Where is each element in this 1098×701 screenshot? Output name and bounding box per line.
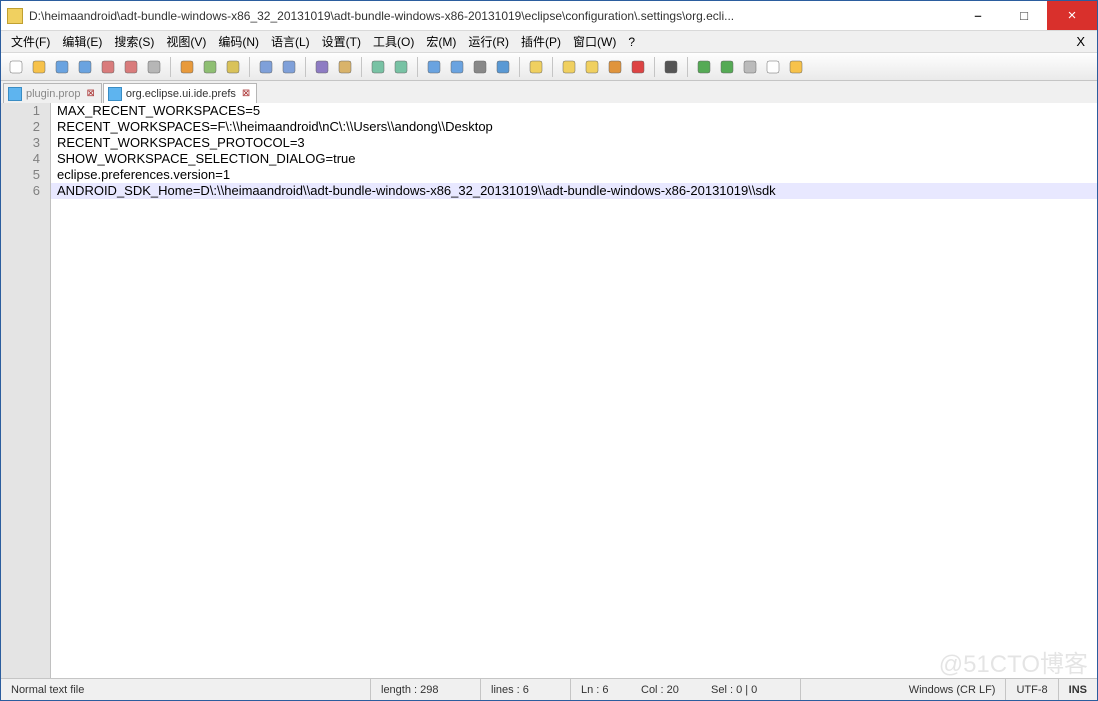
title-bar: D:\heimaandroid\adt-bundle-windows-x86_3… xyxy=(1,1,1097,31)
editor-area: 123456 MAX_RECENT_WORKSPACES=5RECENT_WOR… xyxy=(1,103,1097,678)
replace-icon[interactable] xyxy=(334,56,356,78)
line-number: 6 xyxy=(1,183,40,199)
find-icon[interactable] xyxy=(311,56,333,78)
undo-icon[interactable] xyxy=(255,56,277,78)
save-macro-icon[interactable] xyxy=(785,56,807,78)
toolbar-separator xyxy=(417,57,418,77)
close-all-icon[interactable] xyxy=(120,56,142,78)
line-number: 3 xyxy=(1,135,40,151)
copy-icon[interactable] xyxy=(199,56,221,78)
print-icon[interactable] xyxy=(143,56,165,78)
line-number: 2 xyxy=(1,119,40,135)
tab-bar: plugin.prop ⊠ org.eclipse.ui.ide.prefs ⊠ xyxy=(1,81,1097,103)
menu-run[interactable]: 运行(R) xyxy=(462,31,515,52)
new-file-icon[interactable] xyxy=(5,56,27,78)
paste-icon[interactable] xyxy=(222,56,244,78)
redo-icon[interactable] xyxy=(278,56,300,78)
toolbar-separator xyxy=(305,57,306,77)
window-controls: – □ × xyxy=(955,1,1097,30)
menu-search[interactable]: 搜索(S) xyxy=(108,31,160,52)
status-file-type: Normal text file xyxy=(1,679,371,700)
code-line[interactable]: RECENT_WORKSPACES=F\:\\heimaandroid\nC\:… xyxy=(51,119,1097,135)
tab-close-icon[interactable]: ⊠ xyxy=(240,88,252,99)
line-number: 1 xyxy=(1,103,40,119)
menu-language[interactable]: 语言(L) xyxy=(265,31,316,52)
tab-label: org.eclipse.ui.ide.prefs xyxy=(126,88,236,100)
menu-settings[interactable]: 设置(T) xyxy=(316,31,367,52)
toolbar-separator xyxy=(249,57,250,77)
app-icon xyxy=(7,8,23,24)
status-bar: Normal text file length : 298 lines : 6 … xyxy=(1,678,1097,700)
zoom-in-icon[interactable] xyxy=(367,56,389,78)
minimize-button[interactable]: – xyxy=(955,1,1001,30)
line-number: 4 xyxy=(1,151,40,167)
sync-h-icon[interactable] xyxy=(446,56,468,78)
menu-edit[interactable]: 编辑(E) xyxy=(56,31,108,52)
code-line[interactable]: MAX_RECENT_WORKSPACES=5 xyxy=(51,103,1097,119)
status-ln: Ln : 6 xyxy=(571,679,631,700)
status-sel: Sel : 0 | 0 xyxy=(701,679,801,700)
toolbar-separator xyxy=(552,57,553,77)
sync-v-icon[interactable] xyxy=(423,56,445,78)
stop-icon[interactable] xyxy=(716,56,738,78)
menu-help[interactable]: ? xyxy=(622,33,641,51)
all-chars-icon[interactable] xyxy=(492,56,514,78)
status-insert-mode[interactable]: INS xyxy=(1059,679,1097,700)
play-icon[interactable] xyxy=(739,56,761,78)
menu-macro[interactable]: 宏(M) xyxy=(420,31,462,52)
menu-tools[interactable]: 工具(O) xyxy=(367,31,420,52)
window-title: D:\heimaandroid\adt-bundle-windows-x86_3… xyxy=(29,9,955,23)
zoom-out-icon[interactable] xyxy=(390,56,412,78)
menu-file[interactable]: 文件(F) xyxy=(5,31,56,52)
function-list-icon[interactable] xyxy=(604,56,626,78)
save-all-icon[interactable] xyxy=(74,56,96,78)
play-multi-icon[interactable] xyxy=(762,56,784,78)
close-window-button[interactable]: × xyxy=(1047,1,1097,30)
cut-icon[interactable] xyxy=(176,56,198,78)
code-line[interactable]: ANDROID_SDK_Home=D\:\\heimaandroid\\adt-… xyxy=(51,183,1097,199)
menu-view[interactable]: 视图(V) xyxy=(160,31,212,52)
tab-label: plugin.prop xyxy=(26,88,80,100)
file-icon xyxy=(8,87,22,101)
tab-plugin-prop[interactable]: plugin.prop ⊠ xyxy=(3,83,102,103)
toolbar-separator xyxy=(170,57,171,77)
code-line[interactable]: eclipse.preferences.version=1 xyxy=(51,167,1097,183)
menu-close-doc[interactable]: X xyxy=(1068,34,1093,49)
status-eol: Windows (CR LF) xyxy=(899,679,1007,700)
open-file-icon[interactable] xyxy=(28,56,50,78)
lang-icon[interactable] xyxy=(558,56,580,78)
close-icon[interactable] xyxy=(97,56,119,78)
toolbar-separator xyxy=(687,57,688,77)
toolbar-separator xyxy=(361,57,362,77)
code-line[interactable]: SHOW_WORKSPACE_SELECTION_DIALOG=true xyxy=(51,151,1097,167)
toolbar xyxy=(1,53,1097,81)
tab-org-eclipse-ui-ide-prefs[interactable]: org.eclipse.ui.ide.prefs ⊠ xyxy=(103,83,257,103)
doc-map-icon[interactable] xyxy=(581,56,603,78)
code-line[interactable]: RECENT_WORKSPACES_PROTOCOL=3 xyxy=(51,135,1097,151)
monitor-icon[interactable] xyxy=(660,56,682,78)
folder-icon[interactable] xyxy=(627,56,649,78)
toolbar-separator xyxy=(519,57,520,77)
menu-window[interactable]: 窗口(W) xyxy=(567,31,622,52)
line-number: 5 xyxy=(1,167,40,183)
tab-close-icon[interactable]: ⊠ xyxy=(84,88,96,99)
status-length: length : 298 xyxy=(371,679,481,700)
record-icon[interactable] xyxy=(693,56,715,78)
toolbar-separator xyxy=(654,57,655,77)
line-number-gutter: 123456 xyxy=(1,103,51,678)
status-encoding: UTF-8 xyxy=(1006,679,1058,700)
status-lines: lines : 6 xyxy=(481,679,571,700)
menu-bar: 文件(F) 编辑(E) 搜索(S) 视图(V) 编码(N) 语言(L) 设置(T… xyxy=(1,31,1097,53)
code-area[interactable]: MAX_RECENT_WORKSPACES=5RECENT_WORKSPACES… xyxy=(51,103,1097,678)
save-icon[interactable] xyxy=(51,56,73,78)
wrap-icon[interactable] xyxy=(469,56,491,78)
menu-encoding[interactable]: 编码(N) xyxy=(212,31,265,52)
indent-guide-icon[interactable] xyxy=(525,56,547,78)
status-col: Col : 20 xyxy=(631,679,701,700)
menu-plugins[interactable]: 插件(P) xyxy=(515,31,567,52)
maximize-button[interactable]: □ xyxy=(1001,1,1047,30)
file-icon xyxy=(108,87,122,101)
